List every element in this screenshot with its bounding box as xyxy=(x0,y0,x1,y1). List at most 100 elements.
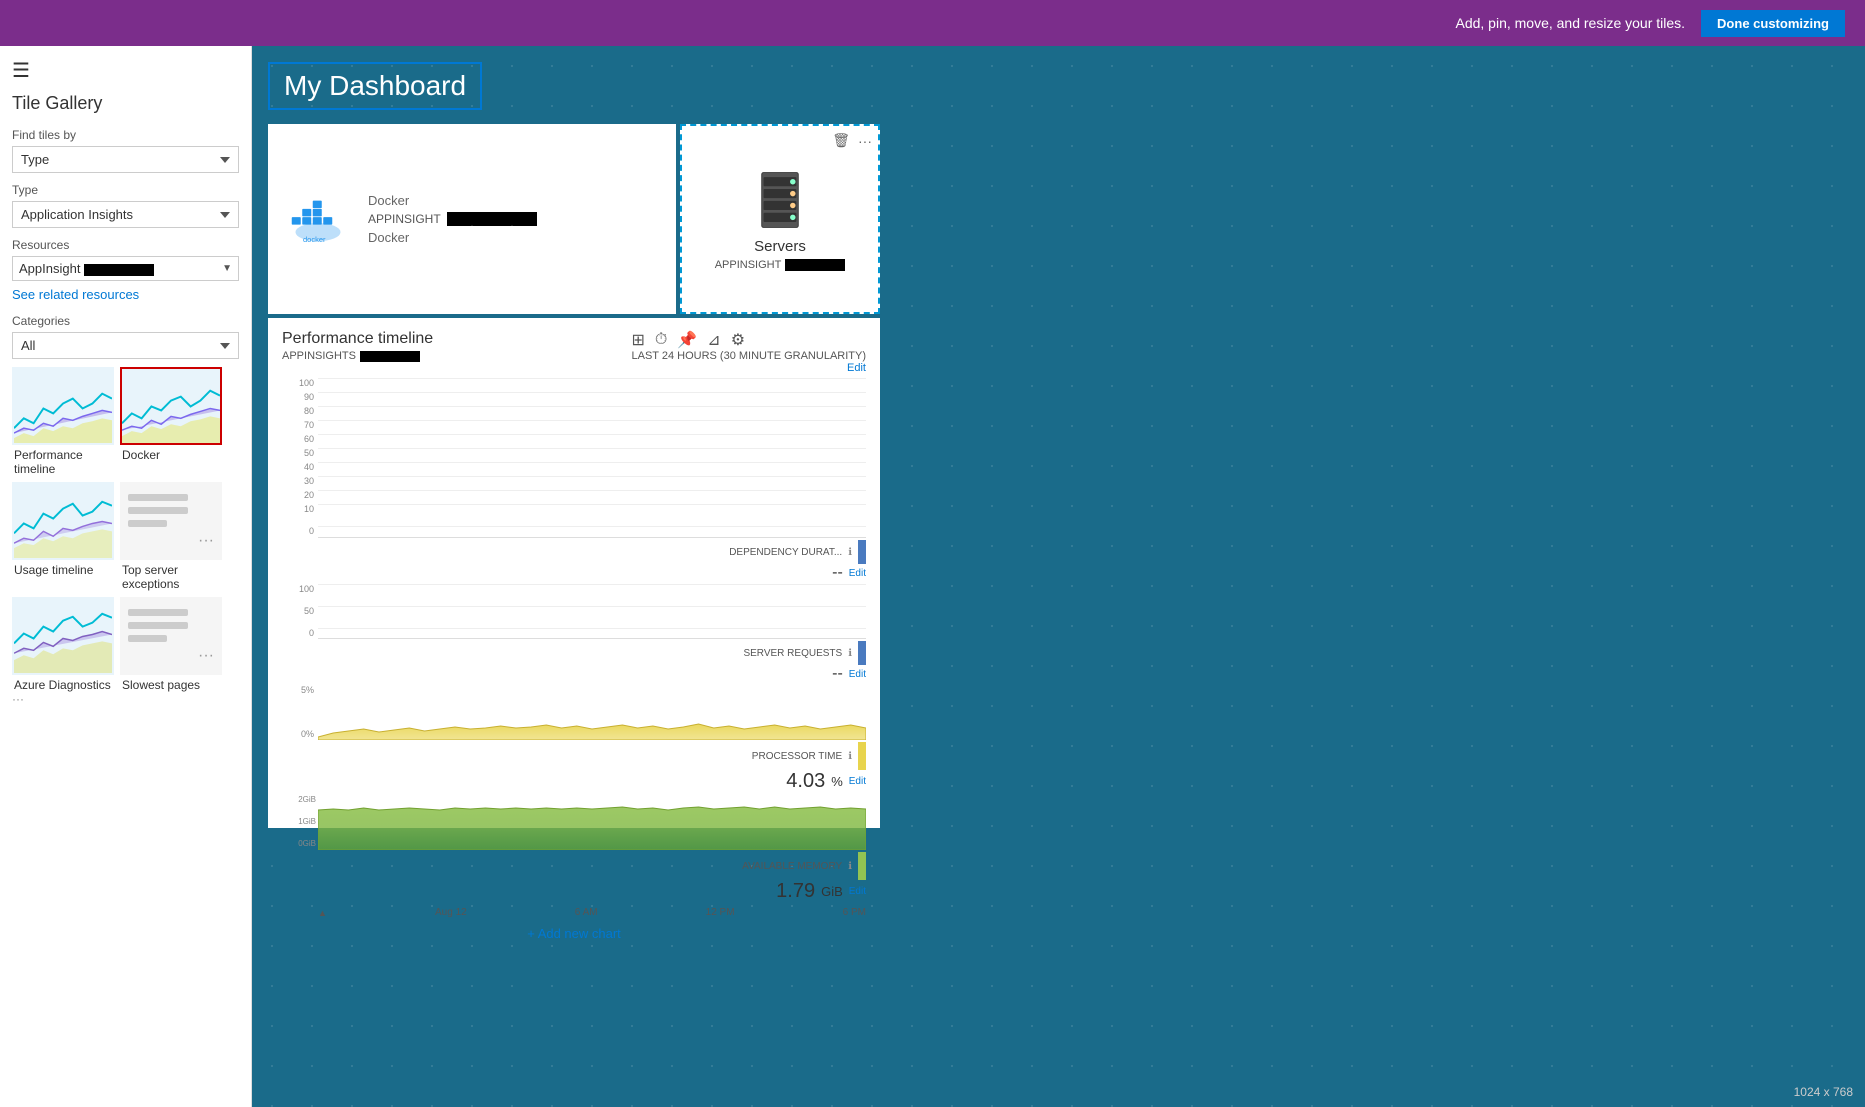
y4-label-0gib: 0GiB xyxy=(298,839,316,848)
tile-item-docker[interactable]: Docker xyxy=(120,367,222,476)
docker-redacted-bar xyxy=(447,212,537,226)
grid-line-70 xyxy=(318,420,866,421)
resource-dropdown-icon: ▼ xyxy=(222,263,232,274)
docker-icon-wrap: docker xyxy=(288,194,348,244)
grid-2-mid xyxy=(318,606,866,607)
grid-lines-1 xyxy=(318,378,866,537)
tile-item-perf-timeline[interactable]: Performance timeline xyxy=(12,367,114,476)
tile-label-perf-timeline: Performance timeline xyxy=(12,448,114,476)
y-label-0: 0 xyxy=(309,526,314,536)
server-rack-icon xyxy=(752,168,808,232)
text-line-3 xyxy=(128,520,167,527)
docker-tile: docker Docker APPINSIGHT Docker xyxy=(268,124,676,314)
done-customizing-button[interactable]: Done customizing xyxy=(1701,10,1845,37)
metric-dependency: DEPENDENCY DURAT... ℹ xyxy=(282,540,866,564)
categories-select[interactable]: All xyxy=(12,332,239,359)
perf-controls: ⊞ ⏱ 📌 ⊿ ⚙ LAST 24 HOURS (30 MINUTE GRANU… xyxy=(631,330,866,374)
metric-server-req: SERVER REQUESTS ℹ xyxy=(282,641,866,665)
metric-dep-color-bar xyxy=(858,540,866,564)
metric-mem-value: 1.79 xyxy=(776,880,815,903)
servers-appinsight-label: APPINSIGHT xyxy=(715,259,782,271)
filter-button[interactable]: ⊿ xyxy=(707,330,720,350)
metric-srv-color-bar xyxy=(858,641,866,665)
text-line-2 xyxy=(128,507,188,514)
grid-line-0 xyxy=(318,526,866,527)
info-icon-proc[interactable]: ℹ xyxy=(848,751,852,762)
text-line-c xyxy=(128,635,167,642)
info-icon-mem[interactable]: ℹ xyxy=(848,861,852,872)
tile-item-azure-diag[interactable]: Azure Diagnostics ··· xyxy=(12,597,114,706)
y-label-30: 30 xyxy=(304,476,314,486)
chart-section-1-inner: 100 90 80 70 60 50 40 30 20 10 0 xyxy=(282,378,866,538)
resources-input[interactable]: AppInsight ▼ xyxy=(12,256,239,281)
tile-preview-azure-diag xyxy=(12,597,114,675)
grid-line-90 xyxy=(318,392,866,393)
tile-item-usage-timeline[interactable]: Usage timeline xyxy=(12,482,114,591)
dep-edit-link[interactable]: Edit xyxy=(849,568,866,579)
metric-srv-name: SERVER REQUESTS xyxy=(743,648,842,659)
tile-dots: ··· xyxy=(198,533,214,549)
perf-appinsights-label: APPINSIGHTS xyxy=(282,350,356,362)
text-line-1 xyxy=(128,494,188,501)
chart-section-4-inner: 2GiB 1GiB 0GiB xyxy=(282,795,866,850)
tile-item-top-server-exc[interactable]: ··· Top server exceptions xyxy=(120,482,222,591)
metric-processor: PROCESSOR TIME ℹ xyxy=(282,742,866,770)
notification-text: Add, pin, move, and resize your tiles. xyxy=(1455,15,1685,31)
chart-section-3-inner: 5% 0% xyxy=(282,685,866,740)
type-select[interactable]: Application Insights xyxy=(12,201,239,228)
y-axis-1: 100 90 80 70 60 50 40 30 20 10 0 xyxy=(282,378,318,538)
y4-label-2gib: 2GiB xyxy=(298,795,316,804)
servers-label: Servers xyxy=(754,238,806,255)
y-label-20: 20 xyxy=(304,490,314,500)
y-axis-4: 2GiB 1GiB 0GiB xyxy=(282,795,318,850)
timeline-6am: 6 AM xyxy=(575,907,598,918)
docker-service: Docker xyxy=(368,230,656,245)
perf-title: Performance timeline xyxy=(282,330,433,348)
perf-subtitle: APPINSIGHTS xyxy=(282,350,433,362)
see-related-resources-link[interactable]: See related resources xyxy=(12,287,239,302)
proc-edit-link[interactable]: Edit xyxy=(849,776,866,787)
metric-dep-value-row: -- Edit xyxy=(282,564,866,582)
metric-proc-unit: % xyxy=(831,774,843,789)
grid-line-30 xyxy=(318,476,866,477)
svg-text:docker: docker xyxy=(303,235,326,244)
tiles-row-1: docker Docker APPINSIGHT Docker 🗑 ··· xyxy=(268,124,1849,314)
perf-granularity: LAST 24 HOURS (30 MINUTE GRANULARITY) xyxy=(631,350,866,362)
metric-srv-value: -- xyxy=(832,665,843,683)
metric-dep-name: DEPENDENCY DURAT... xyxy=(729,547,842,558)
perf-title-block: Performance timeline APPINSIGHTS xyxy=(282,330,433,362)
y-label-80: 80 xyxy=(304,406,314,416)
time-button[interactable]: ⏱ xyxy=(655,331,667,349)
grid-view-button[interactable]: ⊞ xyxy=(631,330,644,350)
chart-section-2-inner: 100 50 0 xyxy=(282,584,866,639)
srv-edit-link[interactable]: Edit xyxy=(849,669,866,680)
docker-app-type: Docker xyxy=(368,193,656,208)
servers-sub: APPINSIGHT xyxy=(715,259,846,271)
info-icon-srv[interactable]: ℹ xyxy=(848,648,852,659)
y2-label-100: 100 xyxy=(299,584,314,594)
settings-button[interactable]: ⚙ xyxy=(731,330,745,350)
grid-line-10 xyxy=(318,504,866,505)
add-new-chart-button[interactable]: + Add new chart xyxy=(282,926,866,941)
grid-line-20 xyxy=(318,490,866,491)
metric-mem-value-row: 1.79 GiB Edit xyxy=(282,880,866,903)
timeline-aug12: Aug 12 xyxy=(435,907,467,918)
mem-edit-link[interactable]: Edit xyxy=(849,886,866,897)
perf-edit-link[interactable]: Edit xyxy=(631,362,866,374)
metric-mem-name: AVAILABLE MEMORY xyxy=(742,861,842,872)
chart-area-3 xyxy=(318,685,866,740)
tile-item-slowest-pages[interactable]: ··· Slowest pages xyxy=(120,597,222,706)
dashboard-area: My Dashboard docker xyxy=(252,46,1865,1107)
pin-button[interactable]: 📌 xyxy=(677,330,697,350)
info-icon-dep[interactable]: ℹ xyxy=(848,547,852,558)
y3-label-5: 5% xyxy=(301,685,314,695)
timeline-triangle: ▲ xyxy=(318,908,327,918)
more-options-button[interactable]: ··· xyxy=(858,132,872,149)
grid-2-top xyxy=(318,584,866,585)
hamburger-icon[interactable]: ☰ xyxy=(12,58,239,83)
find-tiles-label: Find tiles by xyxy=(12,128,239,142)
delete-tile-button[interactable]: 🗑 xyxy=(832,132,850,149)
find-tiles-select[interactable]: Type xyxy=(12,146,239,173)
perf-redacted-bar xyxy=(360,351,420,362)
servers-redacted-bar xyxy=(785,259,845,271)
